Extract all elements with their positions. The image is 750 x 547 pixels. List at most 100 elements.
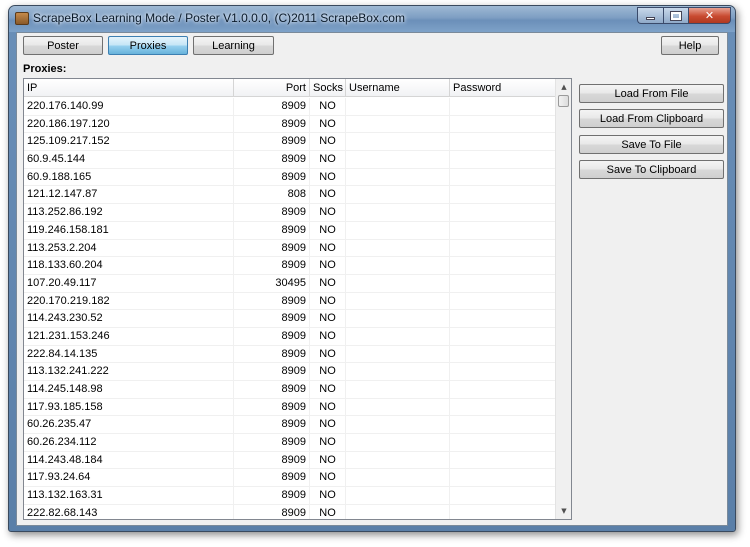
cell-password [450, 115, 556, 133]
cell-password [450, 434, 556, 451]
cell-username [346, 221, 450, 239]
title-bar[interactable]: ScrapeBox Learning Mode / Poster V1.0.0.… [9, 6, 735, 32]
tab-learning[interactable]: Learning [193, 36, 274, 55]
table-row[interactable]: 220.176.140.99 8909 NO [24, 98, 556, 116]
cell-port: 8909 [234, 168, 310, 186]
cell-port: 8909 [234, 381, 310, 398]
maximize-button[interactable] [663, 7, 688, 24]
minimize-icon [646, 17, 655, 20]
cell-password [450, 504, 556, 519]
cell-port: 8909 [234, 469, 310, 487]
cell-port: 8909 [234, 133, 310, 151]
table-row[interactable]: 60.26.235.47 8909 NO [24, 416, 556, 435]
table-row[interactable]: 220.186.197.120 8909 NO [24, 115, 556, 134]
table-row[interactable]: 121.12.147.87 808 NO [24, 186, 556, 205]
cell-port: 8909 [234, 204, 310, 221]
column-header-port[interactable]: Port [234, 79, 310, 97]
column-header-socks[interactable]: Socks [310, 79, 346, 97]
table-row[interactable]: 119.246.158.181 8909 NO [24, 221, 556, 240]
cell-ip: 118.133.60.204 [24, 257, 234, 274]
cell-port: 8909 [234, 327, 310, 345]
tab-poster[interactable]: Poster [23, 36, 103, 55]
cell-socks: NO [310, 398, 346, 416]
cell-username [346, 434, 450, 451]
cell-socks: NO [310, 487, 346, 504]
table-row[interactable]: 113.132.241.222 8909 NO [24, 363, 556, 381]
cell-ip: 121.231.153.246 [24, 327, 234, 345]
vertical-scrollbar[interactable]: ▲ ▼ [555, 79, 571, 519]
minimize-button[interactable] [637, 7, 663, 24]
cell-password [450, 239, 556, 257]
cell-socks: NO [310, 204, 346, 221]
load-from-file-button[interactable]: Load From File [579, 84, 724, 103]
cell-ip: 60.9.45.144 [24, 151, 234, 168]
scroll-down-arrow-icon[interactable]: ▼ [556, 503, 571, 519]
load-from-clipboard-button[interactable]: Load From Clipboard [579, 109, 724, 128]
table-row[interactable]: 113.253.2.204 8909 NO [24, 239, 556, 258]
cell-password [450, 398, 556, 416]
cell-port: 30495 [234, 274, 310, 292]
table-row[interactable]: 60.9.188.165 8909 NO [24, 168, 556, 187]
cell-port: 8909 [234, 398, 310, 416]
save-to-clipboard-button[interactable]: Save To Clipboard [579, 160, 724, 179]
table-row[interactable]: 114.245.148.98 8909 NO [24, 381, 556, 399]
scrapebox-app-icon[interactable] [15, 12, 29, 25]
column-header-password[interactable]: Password [450, 79, 556, 97]
cell-socks: NO [310, 151, 346, 168]
cell-ip: 107.20.49.117 [24, 274, 234, 292]
cell-ip: 117.93.185.158 [24, 398, 234, 416]
cell-socks: NO [310, 292, 346, 310]
table-row[interactable]: 125.109.217.152 8909 NO [24, 133, 556, 152]
cell-port: 8909 [234, 451, 310, 469]
table-row[interactable]: 60.26.234.112 8909 NO [24, 434, 556, 452]
cell-password [450, 168, 556, 186]
cell-port: 8909 [234, 98, 310, 115]
table-row[interactable]: 121.231.153.246 8909 NO [24, 327, 556, 346]
table-row[interactable]: 107.20.49.117 30495 NO [24, 274, 556, 293]
cell-password [450, 327, 556, 345]
proxies-table[interactable]: IP Port Socks Username Password 220.176.… [23, 78, 572, 520]
cell-username [346, 257, 450, 274]
table-row[interactable]: 60.9.45.144 8909 NO [24, 151, 556, 169]
cell-password [450, 469, 556, 487]
cell-socks: NO [310, 133, 346, 151]
column-header-ip[interactable]: IP [24, 79, 234, 97]
table-row[interactable]: 222.84.14.135 8909 NO [24, 345, 556, 364]
cell-username [346, 487, 450, 504]
close-button[interactable]: ✕ [688, 7, 731, 24]
table-row[interactable]: 117.93.24.64 8909 NO [24, 469, 556, 488]
table-header: IP Port Socks Username Password [24, 79, 556, 97]
tab-proxies[interactable]: Proxies [108, 36, 188, 55]
cell-username [346, 451, 450, 469]
cell-username [346, 98, 450, 115]
scroll-up-arrow-icon[interactable]: ▲ [556, 79, 571, 95]
cell-password [450, 451, 556, 469]
column-header-username[interactable]: Username [346, 79, 450, 97]
cell-ip: 113.253.2.204 [24, 239, 234, 257]
cell-password [450, 204, 556, 221]
cell-password [450, 345, 556, 363]
table-row[interactable]: 222.82.68.143 8909 NO [24, 504, 556, 519]
table-row[interactable]: 220.170.219.182 8909 NO [24, 292, 556, 311]
scrollbar-thumb[interactable] [558, 95, 569, 107]
cell-port: 8909 [234, 363, 310, 380]
table-row[interactable]: 113.252.86.192 8909 NO [24, 204, 556, 222]
table-row[interactable]: 114.243.230.52 8909 NO [24, 310, 556, 328]
cell-port: 8909 [234, 487, 310, 504]
cell-socks: NO [310, 221, 346, 239]
proxies-section-label: Proxies: [23, 63, 67, 75]
cell-password [450, 98, 556, 115]
window-controls: ✕ [637, 7, 731, 25]
cell-password [450, 363, 556, 380]
cell-ip: 222.82.68.143 [24, 504, 234, 519]
table-row[interactable]: 117.93.185.158 8909 NO [24, 398, 556, 417]
save-to-file-button[interactable]: Save To File [579, 135, 724, 154]
help-button[interactable]: Help [661, 36, 719, 55]
table-row[interactable]: 113.132.163.31 8909 NO [24, 487, 556, 505]
table-row[interactable]: 114.243.48.184 8909 NO [24, 451, 556, 470]
cell-password [450, 151, 556, 168]
cell-username [346, 469, 450, 487]
cell-password [450, 381, 556, 398]
table-row[interactable]: 118.133.60.204 8909 NO [24, 257, 556, 275]
cell-socks: NO [310, 327, 346, 345]
